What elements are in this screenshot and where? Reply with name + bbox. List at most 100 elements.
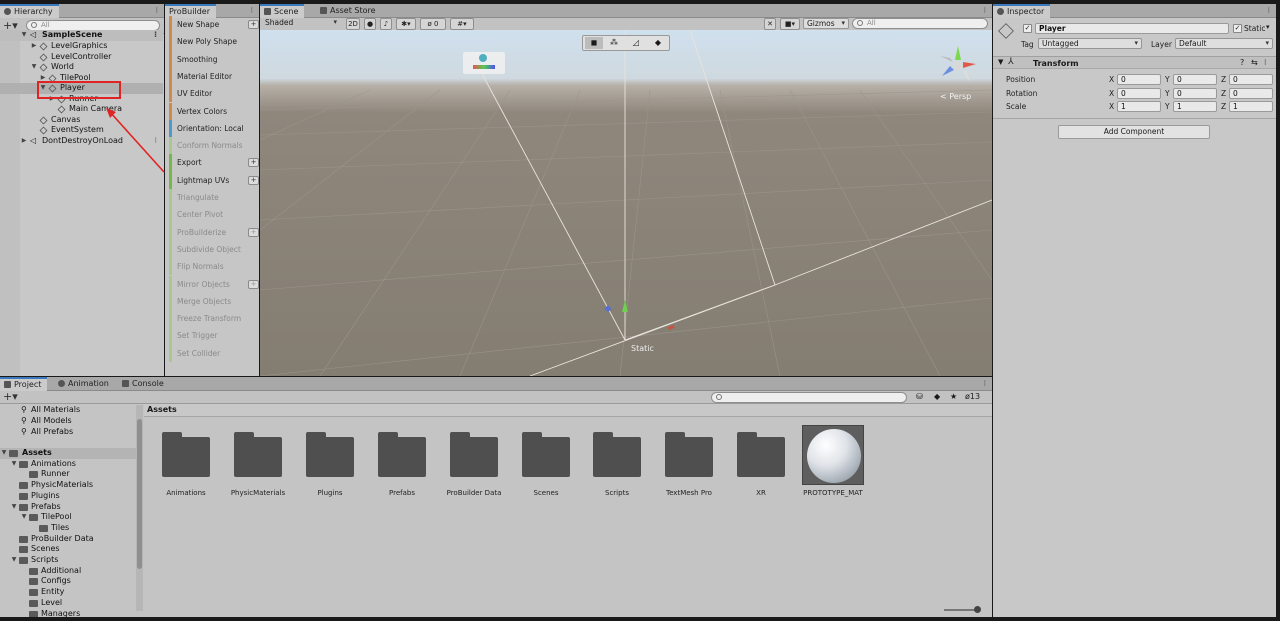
tree-entity[interactable]: Entity xyxy=(0,587,136,598)
2d-toggle-button[interactable]: 2D xyxy=(346,18,360,30)
favorite-all-models[interactable]: ⚲ All Models xyxy=(0,416,136,427)
axis-z-label[interactable]: Z xyxy=(1221,75,1226,84)
asset-folder-plugins[interactable]: Plugins xyxy=(297,425,363,497)
tree-level[interactable]: Level xyxy=(0,598,136,609)
scene-search-input[interactable]: All xyxy=(852,18,988,29)
zoom-slider[interactable] xyxy=(944,606,981,613)
face-mode-icon[interactable]: ◆ xyxy=(649,37,667,49)
tree-plugins[interactable]: Plugins xyxy=(0,491,136,502)
pb-triangulate[interactable]: Triangulate xyxy=(169,189,257,207)
tree-assets[interactable]: ▼ Assets xyxy=(0,448,136,459)
scale-z-field[interactable]: 1 xyxy=(1229,101,1273,112)
static-dropdown-icon[interactable]: ▾ xyxy=(1266,23,1270,31)
camera-settings-icon[interactable]: ■▾ xyxy=(780,18,800,30)
position-x-field[interactable]: 0 xyxy=(1117,74,1161,85)
tree-scrollbar-thumb[interactable] xyxy=(137,419,142,569)
tree-row-levelgraphics[interactable]: ▶ LevelGraphics xyxy=(0,41,163,52)
tree-scripts[interactable]: ▼ Scripts xyxy=(0,555,136,566)
audio-toggle-icon[interactable]: ♪ xyxy=(380,18,392,30)
pb-freeze-transform[interactable]: Freeze Transform xyxy=(169,310,257,328)
rotation-y-field[interactable]: 0 xyxy=(1173,88,1217,99)
layer-dropdown[interactable]: Default xyxy=(1175,38,1273,49)
pb-material-editor[interactable]: Material Editor xyxy=(169,67,257,86)
static-checkbox[interactable]: ✓ xyxy=(1233,24,1242,33)
tab-animation[interactable]: Animation xyxy=(54,377,115,391)
tree-additional[interactable]: Additional xyxy=(0,566,136,577)
scale-x-field[interactable]: 1 xyxy=(1117,101,1161,112)
pb-uv-editor[interactable]: UV Editor xyxy=(169,85,257,103)
pb-orientation[interactable]: Orientation: Local xyxy=(169,119,257,138)
options-plus-icon[interactable]: + xyxy=(248,20,259,29)
expand-arrow-icon[interactable]: ▼ xyxy=(10,502,18,513)
expand-arrow-icon[interactable]: ▼ xyxy=(20,512,28,523)
add-component-button[interactable]: Add Component xyxy=(1058,125,1210,139)
grid-toggle-icon[interactable]: #▾ xyxy=(450,18,474,30)
tree-prefabs[interactable]: ▼ Prefabs xyxy=(0,502,136,513)
options-plus-icon[interactable]: + xyxy=(248,175,259,185)
pb-set-trigger[interactable]: Set Trigger xyxy=(169,327,257,345)
favorite-all-materials[interactable]: ⚲ All Materials xyxy=(0,405,136,416)
pb-export[interactable]: Export + xyxy=(169,154,259,172)
tools-icon[interactable]: ✕ xyxy=(764,18,776,30)
expand-arrow-icon[interactable]: ▼ xyxy=(10,555,18,566)
expand-arrow-icon[interactable]: ▼ xyxy=(20,30,28,41)
object-name-field[interactable]: Player xyxy=(1035,23,1229,34)
hidden-packages-toggle[interactable]: ø13 xyxy=(965,391,980,403)
tree-scrollbar[interactable] xyxy=(136,405,143,611)
tab-scene[interactable]: Scene xyxy=(260,4,305,18)
vertex-mode-icon[interactable]: ⁂ xyxy=(605,37,623,49)
pb-smoothing[interactable]: Smoothing xyxy=(169,50,257,68)
filter-by-label-icon[interactable]: ◆ xyxy=(934,391,940,403)
asset-folder-probuilder-data[interactable]: ProBuilder Data xyxy=(441,425,507,497)
axis-z-label[interactable]: Z xyxy=(1221,89,1226,98)
hidden-objects-toggle[interactable]: ø 0 xyxy=(420,18,446,30)
tree-tiles[interactable]: Tiles xyxy=(0,523,136,534)
tree-scenes[interactable]: Scenes xyxy=(0,544,136,555)
tab-asset-store[interactable]: Asset Store xyxy=(316,4,382,18)
tree-probuilder-data[interactable]: ProBuilder Data xyxy=(0,534,136,545)
panel-menu-icon[interactable]: ⁝ xyxy=(983,377,988,391)
expand-arrow-icon[interactable]: ▼ xyxy=(10,459,18,470)
pb-lightmap-uvs[interactable]: Lightmap UVs + xyxy=(169,171,259,189)
project-search-input[interactable] xyxy=(711,392,907,403)
panel-menu-icon[interactable]: ⁝ xyxy=(155,4,160,18)
axis-x-label[interactable]: X xyxy=(1109,75,1114,84)
asset-folder-animations[interactable]: Animations xyxy=(153,425,219,497)
pb-flip-normals[interactable]: Flip Normals xyxy=(169,258,257,276)
effects-toggle-icon[interactable]: ✱▾ xyxy=(396,18,416,30)
scene-viewport[interactable]: ◼ ⁂ ◿ ◆ < Persp Static xyxy=(260,30,992,376)
tab-inspector[interactable]: Inspector xyxy=(993,4,1051,18)
axis-y-label[interactable]: Y xyxy=(1165,89,1170,98)
favorite-star-icon[interactable]: ★ xyxy=(950,391,957,403)
options-plus-icon[interactable]: + xyxy=(248,227,259,237)
pb-vertex-colors[interactable]: Vertex Colors xyxy=(169,102,257,120)
component-menu-icon[interactable]: ⁝ xyxy=(1264,58,1267,67)
asset-folder-textmesh-pro[interactable]: TextMesh Pro xyxy=(656,425,722,497)
create-plus-icon[interactable]: +▾ xyxy=(3,390,18,403)
edge-mode-icon[interactable]: ◿ xyxy=(627,37,645,49)
pb-subdivide-object[interactable]: Subdivide Object xyxy=(169,240,257,259)
asset-folder-scripts[interactable]: Scripts xyxy=(584,425,650,497)
scale-y-field[interactable]: 1 xyxy=(1173,101,1217,112)
help-icon[interactable]: ? xyxy=(1240,58,1244,67)
orientation-gizmo[interactable] xyxy=(936,42,980,86)
position-y-field[interactable]: 0 xyxy=(1173,74,1217,85)
collapse-arrow-icon[interactable]: ▼ xyxy=(998,58,1003,66)
gizmos-dropdown[interactable]: Gizmos xyxy=(803,18,849,29)
asset-folder-scenes[interactable]: Scenes xyxy=(513,425,579,497)
asset-folder-physicmaterials[interactable]: PhysicMaterials xyxy=(225,425,291,497)
pb-center-pivot[interactable]: Center Pivot xyxy=(169,206,257,224)
pb-new-shape[interactable]: New Shape + xyxy=(169,16,259,34)
tree-row-samplescene[interactable]: ▼ ◁ SampleScene ⁝ xyxy=(0,30,163,41)
active-checkbox[interactable]: ✓ xyxy=(1023,24,1032,33)
options-plus-icon[interactable]: + xyxy=(248,158,259,168)
camera-gizmo-icon[interactable] xyxy=(463,52,505,74)
object-mode-icon[interactable]: ◼ xyxy=(585,37,603,49)
shading-mode-dropdown[interactable]: Shaded xyxy=(262,18,340,29)
tree-runner[interactable]: Runner xyxy=(0,469,136,480)
tab-hierarchy[interactable]: Hierarchy xyxy=(0,4,59,18)
breadcrumb-assets[interactable]: Assets xyxy=(147,405,177,414)
tab-project[interactable]: Project xyxy=(0,377,48,391)
panel-menu-icon[interactable]: ⁝ xyxy=(983,4,988,18)
scene-menu-icon[interactable]: ⁝ xyxy=(154,30,157,41)
